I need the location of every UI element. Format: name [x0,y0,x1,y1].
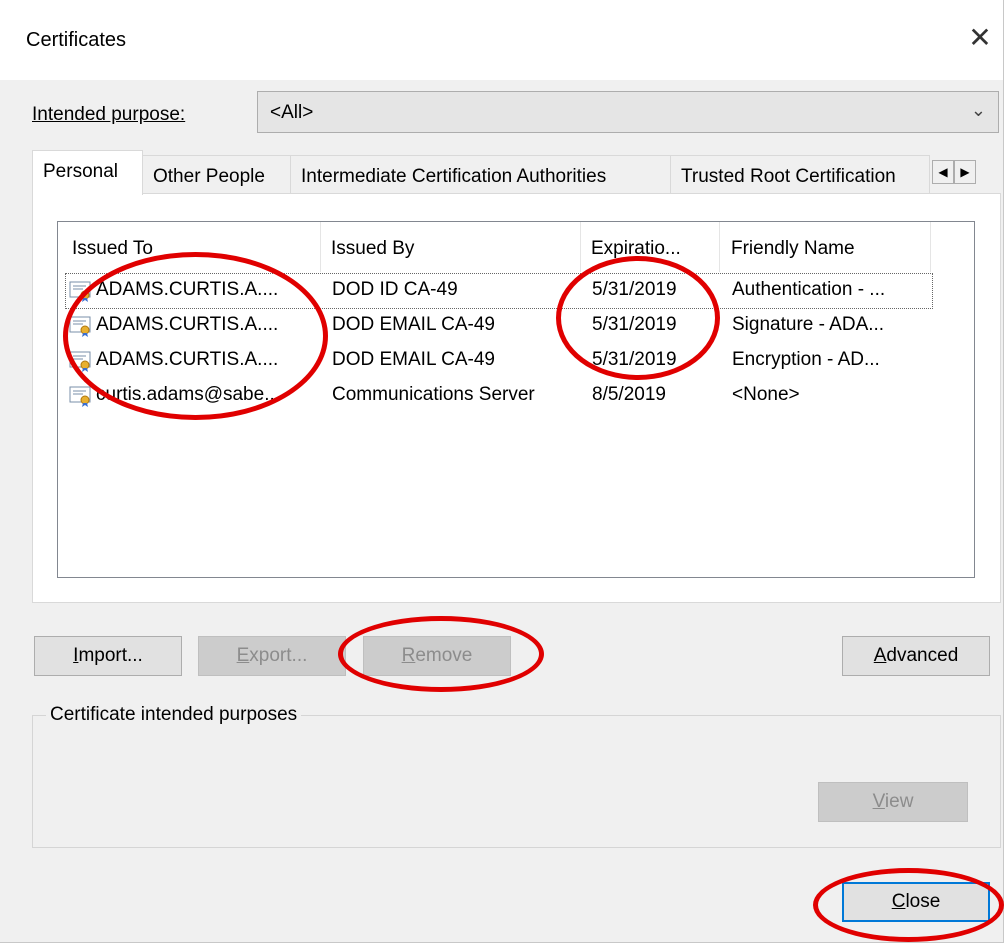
cell-friendly-name: Signature - ADA... [732,314,885,335]
intended-purpose-value: <All> [270,102,314,123]
intended-purposes-label: Certificate intended purposes [46,704,302,726]
cell-issued-by: DOD EMAIL CA-49 [332,314,495,335]
certificate-icon [69,351,91,372]
cell-friendly-name: Encryption - AD... [732,349,880,370]
cell-issued-by: DOD ID CA-49 [332,279,458,300]
column-separator[interactable] [930,222,931,272]
view-button[interactable]: View [818,782,968,822]
certificate-icon [69,386,91,407]
chevron-down-icon: ⌄ [970,100,986,120]
cell-issued-to: ADAMS.CURTIS.A.... [96,314,279,335]
table-row[interactable]: ADAMS.CURTIS.A.... DOD EMAIL CA-49 5/31/… [66,309,932,343]
column-issued-to[interactable]: Issued To [72,238,153,260]
table-row[interactable]: ADAMS.CURTIS.A.... DOD EMAIL CA-49 5/31/… [66,344,932,378]
cell-issued-to: ADAMS.CURTIS.A.... [96,279,279,300]
cell-issued-by: Communications Server [332,384,535,405]
cell-issued-to: curtis.adams@sabe... [96,384,281,405]
tab-scroll-right-icon[interactable]: ▶ [954,160,976,184]
tab-personal[interactable]: Personal [32,150,143,195]
tab-other-people[interactable]: Other People [142,155,291,193]
certificate-icon [69,316,91,337]
import-button[interactable]: Import... [34,636,182,676]
tab-scroll-left-icon[interactable]: ◀ [932,160,954,184]
tab-panel-personal: Issued To Issued By Expiratio... Friendl… [32,193,1001,603]
table-row[interactable]: ADAMS.CURTIS.A.... DOD ID CA-49 5/31/201… [65,273,933,309]
cell-expiration: 5/31/2019 [592,279,677,300]
tab-strip: Personal Other People Intermediate Certi… [32,150,1003,195]
cell-expiration: 5/31/2019 [592,314,677,335]
column-separator[interactable] [719,222,720,272]
cell-issued-by: DOD EMAIL CA-49 [332,349,495,370]
column-friendly-name[interactable]: Friendly Name [731,238,855,260]
tab-trusted-root[interactable]: Trusted Root Certification [670,155,930,193]
intended-purpose-select[interactable]: <All> ⌄ [257,91,999,133]
cell-friendly-name: Authentication - ... [732,279,886,300]
remove-button[interactable]: Remove [363,636,511,676]
export-button[interactable]: Export... [198,636,346,676]
tab-intermediate-ca[interactable]: Intermediate Certification Authorities [290,155,671,193]
cell-issued-to: ADAMS.CURTIS.A.... [96,349,279,370]
table-row[interactable]: curtis.adams@sabe... Communications Serv… [66,379,932,413]
column-separator[interactable] [580,222,581,272]
column-expiration[interactable]: Expiratio... [591,238,681,260]
cell-expiration: 8/5/2019 [592,384,666,405]
close-button[interactable]: Close [842,882,990,922]
cell-expiration: 5/31/2019 [592,349,677,370]
close-window-icon[interactable]: ✕ [963,20,997,56]
intended-purpose-label: Intended purpose: [32,104,186,125]
certificates-dialog: Certificates ✕ Intended purpose: <All> ⌄… [0,0,1004,943]
certificate-icon [69,281,91,302]
title-bar: Certificates ✕ [0,0,1003,80]
column-issued-by[interactable]: Issued By [331,238,414,260]
window-title: Certificates [26,29,127,51]
cell-friendly-name: <None> [732,384,800,405]
advanced-button[interactable]: Advanced [842,636,990,676]
column-separator[interactable] [320,222,321,272]
certificate-list[interactable]: Issued To Issued By Expiratio... Friendl… [57,221,975,578]
